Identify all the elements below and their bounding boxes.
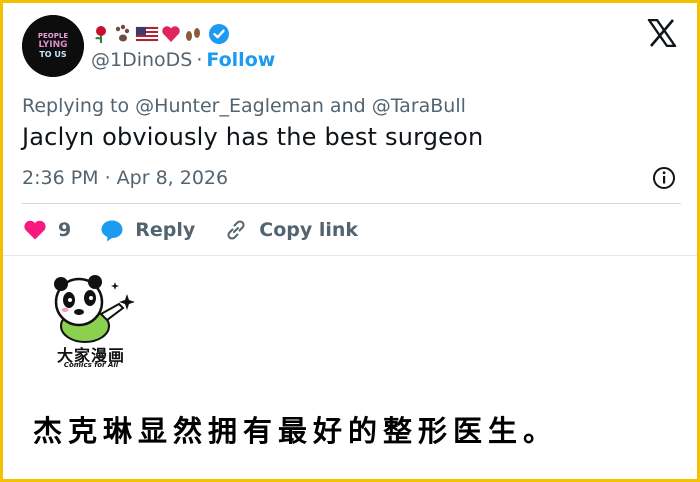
divider [22, 203, 681, 204]
translation-text: 杰克琳显然拥有最好的整形医生。 [33, 414, 559, 448]
reply-and: and [329, 95, 366, 117]
x-logo-icon[interactable] [647, 19, 677, 47]
reply-user-1[interactable]: @Hunter_Eagleman [135, 95, 324, 117]
link-icon [227, 220, 245, 240]
replying-to: Replying to @Hunter_Eagleman and @TaraBu… [22, 95, 466, 117]
footprints-icon [186, 28, 200, 41]
handle[interactable]: @1DinoDS [91, 49, 192, 71]
avatar-text-3: TO US [39, 50, 67, 59]
avatar-text-2: LYING [38, 40, 67, 50]
separator: · [196, 49, 203, 71]
reply-user-2[interactable]: @TaraBull [372, 95, 466, 117]
like-button[interactable]: 9 [22, 217, 71, 243]
screenshot-frame: PEOPLE LYING TO US @1DinoDS · Follow Rep… [3, 3, 697, 479]
logo-subtitle: Comics for All [63, 361, 119, 369]
heart-icon [24, 220, 46, 240]
info-icon[interactable] [651, 165, 677, 191]
reply-button[interactable]: Reply [99, 217, 195, 243]
us-flag-icon [135, 26, 159, 42]
copy-link-button[interactable]: Copy link [223, 217, 358, 243]
rose-icon [95, 26, 106, 43]
tweet-card: PEOPLE LYING TO US @1DinoDS · Follow Rep… [3, 3, 697, 255]
reply-label: Reply [135, 219, 196, 241]
action-bar: 9 Reply Copy link [22, 215, 386, 245]
verified-badge-icon [209, 24, 229, 44]
avatar[interactable]: PEOPLE LYING TO US [22, 15, 84, 77]
follow-button[interactable]: Follow [206, 49, 275, 71]
reply-bubble-icon [101, 220, 123, 242]
display-name[interactable] [91, 21, 230, 47]
like-count: 9 [58, 219, 72, 241]
red-heart-icon [162, 26, 180, 42]
reply-prefix: Replying to [22, 95, 130, 117]
tweet-text: Jaclyn obviously has the best surgeon [22, 123, 484, 151]
copy-link-label: Copy link [259, 219, 359, 241]
paw-prints-icon [115, 24, 130, 42]
avatar-text-1: PEOPLE [38, 32, 68, 40]
timestamp[interactable]: 2:36 PM · Apr 8, 2026 [22, 167, 228, 189]
comic-panel: 大家漫画 Comics for All 杰克琳显然拥有最好的整形医生。 [3, 255, 697, 479]
handle-row: @1DinoDS · Follow [91, 49, 275, 71]
